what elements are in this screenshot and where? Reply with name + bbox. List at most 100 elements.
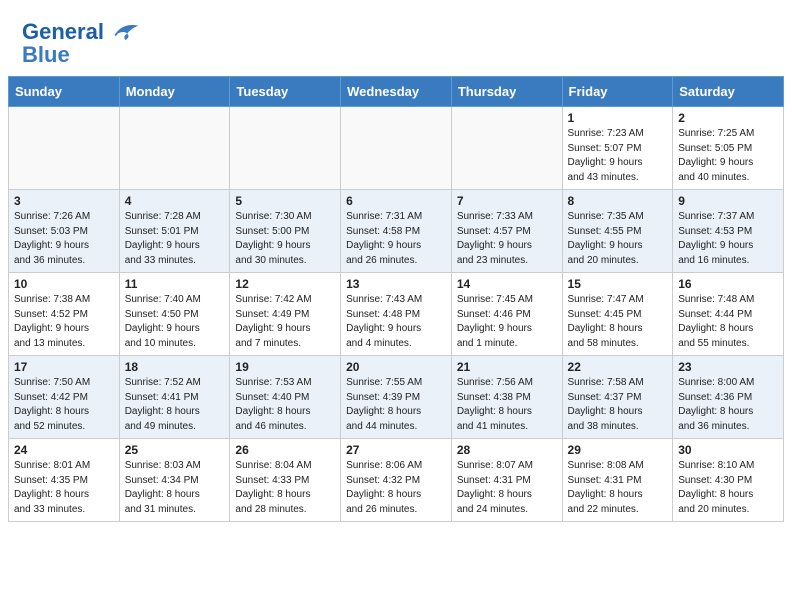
day-number-25: 25 <box>125 443 225 457</box>
day-cell-8: 8 Sunrise: 7:35 AM Sunset: 4:55 PM Daylig… <box>562 190 673 273</box>
day-cell-15: 15 Sunrise: 7:47 AM Sunset: 4:45 PM Dayli… <box>562 273 673 356</box>
day-info-17: Sunrise: 7:50 AM Sunset: 4:42 PM Dayligh… <box>14 376 114 434</box>
day-info-22: Sunrise: 7:58 AM Sunset: 4:37 PM Dayligh… <box>568 376 668 434</box>
day-number-8: 8 <box>568 194 668 208</box>
empty-cell <box>9 107 120 190</box>
day-number-19: 19 <box>235 360 335 374</box>
day-number-4: 4 <box>125 194 225 208</box>
day-info-24: Sunrise: 8:01 AM Sunset: 4:35 PM Dayligh… <box>14 459 114 517</box>
day-info-8: Sunrise: 7:35 AM Sunset: 4:55 PM Dayligh… <box>568 210 668 268</box>
weekday-sunday: Sunday <box>9 77 120 107</box>
day-cell-22: 22 Sunrise: 7:58 AM Sunset: 4:37 PM Dayli… <box>562 356 673 439</box>
empty-cell <box>451 107 562 190</box>
day-number-2: 2 <box>678 111 778 125</box>
day-info-28: Sunrise: 8:07 AM Sunset: 4:31 PM Dayligh… <box>457 459 557 517</box>
day-number-10: 10 <box>14 277 114 291</box>
day-cell-17: 17 Sunrise: 7:50 AM Sunset: 4:42 PM Dayli… <box>9 356 120 439</box>
day-cell-4: 4 Sunrise: 7:28 AM Sunset: 5:01 PM Daylig… <box>119 190 230 273</box>
day-cell-3: 3 Sunrise: 7:26 AM Sunset: 5:03 PM Daylig… <box>9 190 120 273</box>
day-number-24: 24 <box>14 443 114 457</box>
day-number-26: 26 <box>235 443 335 457</box>
day-info-5: Sunrise: 7:30 AM Sunset: 5:00 PM Dayligh… <box>235 210 335 268</box>
weekday-thursday: Thursday <box>451 77 562 107</box>
day-number-27: 27 <box>346 443 446 457</box>
day-cell-23: 23 Sunrise: 8:00 AM Sunset: 4:36 PM Dayli… <box>673 356 784 439</box>
day-cell-11: 11Sunrise: 7:40 AM Sunset: 4:50 PM Dayli… <box>119 273 230 356</box>
day-number-22: 22 <box>568 360 668 374</box>
day-info-16: Sunrise: 7:48 AM Sunset: 4:44 PM Dayligh… <box>678 293 778 351</box>
day-cell-9: 9 Sunrise: 7:37 AM Sunset: 4:53 PM Daylig… <box>673 190 784 273</box>
day-number-13: 13 <box>346 277 446 291</box>
day-cell-2: 2 Sunrise: 7:25 AM Sunset: 5:05 PM Daylig… <box>673 107 784 190</box>
day-number-15: 15 <box>568 277 668 291</box>
day-number-23: 23 <box>678 360 778 374</box>
calendar-table: SundayMondayTuesdayWednesdayThursdayFrid… <box>8 76 784 522</box>
calendar-week-5: 24 Sunrise: 8:01 AM Sunset: 4:35 PM Dayli… <box>9 439 784 522</box>
day-number-9: 9 <box>678 194 778 208</box>
day-info-9: Sunrise: 7:37 AM Sunset: 4:53 PM Dayligh… <box>678 210 778 268</box>
day-info-30: Sunrise: 8:10 AM Sunset: 4:30 PM Dayligh… <box>678 459 778 517</box>
day-info-10: Sunrise: 7:38 AM Sunset: 4:52 PM Dayligh… <box>14 293 114 351</box>
day-number-11: 11 <box>125 277 225 291</box>
empty-cell <box>341 107 452 190</box>
day-info-29: Sunrise: 8:08 AM Sunset: 4:31 PM Dayligh… <box>568 459 668 517</box>
weekday-saturday: Saturday <box>673 77 784 107</box>
day-info-7: Sunrise: 7:33 AM Sunset: 4:57 PM Dayligh… <box>457 210 557 268</box>
day-cell-5: 5 Sunrise: 7:30 AM Sunset: 5:00 PM Daylig… <box>230 190 341 273</box>
weekday-friday: Friday <box>562 77 673 107</box>
day-number-30: 30 <box>678 443 778 457</box>
day-cell-10: 10 Sunrise: 7:38 AM Sunset: 4:52 PM Dayli… <box>9 273 120 356</box>
day-cell-12: 12Sunrise: 7:42 AM Sunset: 4:49 PM Dayli… <box>230 273 341 356</box>
day-info-19: Sunrise: 7:53 AM Sunset: 4:40 PM Dayligh… <box>235 376 335 434</box>
day-number-17: 17 <box>14 360 114 374</box>
day-info-4: Sunrise: 7:28 AM Sunset: 5:01 PM Dayligh… <box>125 210 225 268</box>
day-cell-1: 1Sunrise: 7:23 AM Sunset: 5:07 PM Daylig… <box>562 107 673 190</box>
calendar-week-2: 3 Sunrise: 7:26 AM Sunset: 5:03 PM Daylig… <box>9 190 784 273</box>
day-cell-26: 26Sunrise: 8:04 AM Sunset: 4:33 PM Dayli… <box>230 439 341 522</box>
day-cell-13: 13 Sunrise: 7:43 AM Sunset: 4:48 PM Dayli… <box>341 273 452 356</box>
day-info-27: Sunrise: 8:06 AM Sunset: 4:32 PM Dayligh… <box>346 459 446 517</box>
day-number-14: 14 <box>457 277 557 291</box>
day-info-3: Sunrise: 7:26 AM Sunset: 5:03 PM Dayligh… <box>14 210 114 268</box>
calendar-week-3: 10 Sunrise: 7:38 AM Sunset: 4:52 PM Dayli… <box>9 273 784 356</box>
calendar-week-4: 17 Sunrise: 7:50 AM Sunset: 4:42 PM Dayli… <box>9 356 784 439</box>
day-cell-14: 14 Sunrise: 7:45 AM Sunset: 4:46 PM Dayli… <box>451 273 562 356</box>
weekday-wednesday: Wednesday <box>341 77 452 107</box>
calendar-body: 1Sunrise: 7:23 AM Sunset: 5:07 PM Daylig… <box>9 107 784 522</box>
calendar-week-1: 1Sunrise: 7:23 AM Sunset: 5:07 PM Daylig… <box>9 107 784 190</box>
day-number-16: 16 <box>678 277 778 291</box>
day-info-21: Sunrise: 7:56 AM Sunset: 4:38 PM Dayligh… <box>457 376 557 434</box>
day-info-2: Sunrise: 7:25 AM Sunset: 5:05 PM Dayligh… <box>678 127 778 185</box>
day-number-7: 7 <box>457 194 557 208</box>
day-cell-21: 21Sunrise: 7:56 AM Sunset: 4:38 PM Dayli… <box>451 356 562 439</box>
empty-cell <box>119 107 230 190</box>
weekday-monday: Monday <box>119 77 230 107</box>
day-cell-30: 30 Sunrise: 8:10 AM Sunset: 4:30 PM Dayli… <box>673 439 784 522</box>
day-cell-16: 16 Sunrise: 7:48 AM Sunset: 4:44 PM Dayli… <box>673 273 784 356</box>
day-info-15: Sunrise: 7:47 AM Sunset: 4:45 PM Dayligh… <box>568 293 668 351</box>
day-number-5: 5 <box>235 194 335 208</box>
day-cell-6: 6Sunrise: 7:31 AM Sunset: 4:58 PM Daylig… <box>341 190 452 273</box>
day-cell-29: 29Sunrise: 8:08 AM Sunset: 4:31 PM Dayli… <box>562 439 673 522</box>
day-info-14: Sunrise: 7:45 AM Sunset: 4:46 PM Dayligh… <box>457 293 557 351</box>
day-info-1: Sunrise: 7:23 AM Sunset: 5:07 PM Dayligh… <box>568 127 668 185</box>
day-number-20: 20 <box>346 360 446 374</box>
day-cell-20: 20Sunrise: 7:55 AM Sunset: 4:39 PM Dayli… <box>341 356 452 439</box>
day-cell-24: 24 Sunrise: 8:01 AM Sunset: 4:35 PM Dayli… <box>9 439 120 522</box>
day-cell-25: 25Sunrise: 8:03 AM Sunset: 4:34 PM Dayli… <box>119 439 230 522</box>
day-number-12: 12 <box>235 277 335 291</box>
weekday-tuesday: Tuesday <box>230 77 341 107</box>
logo: General Blue <box>22 18 140 68</box>
day-number-6: 6 <box>346 194 446 208</box>
day-info-23: Sunrise: 8:00 AM Sunset: 4:36 PM Dayligh… <box>678 376 778 434</box>
page-header: General Blue <box>0 0 792 76</box>
day-cell-28: 28Sunrise: 8:07 AM Sunset: 4:31 PM Dayli… <box>451 439 562 522</box>
weekday-header-row: SundayMondayTuesdayWednesdayThursdayFrid… <box>9 77 784 107</box>
empty-cell <box>230 107 341 190</box>
day-number-18: 18 <box>125 360 225 374</box>
day-cell-18: 18Sunrise: 7:52 AM Sunset: 4:41 PM Dayli… <box>119 356 230 439</box>
day-cell-7: 7 Sunrise: 7:33 AM Sunset: 4:57 PM Daylig… <box>451 190 562 273</box>
day-cell-19: 19 Sunrise: 7:53 AM Sunset: 4:40 PM Dayli… <box>230 356 341 439</box>
day-info-13: Sunrise: 7:43 AM Sunset: 4:48 PM Dayligh… <box>346 293 446 351</box>
day-number-3: 3 <box>14 194 114 208</box>
